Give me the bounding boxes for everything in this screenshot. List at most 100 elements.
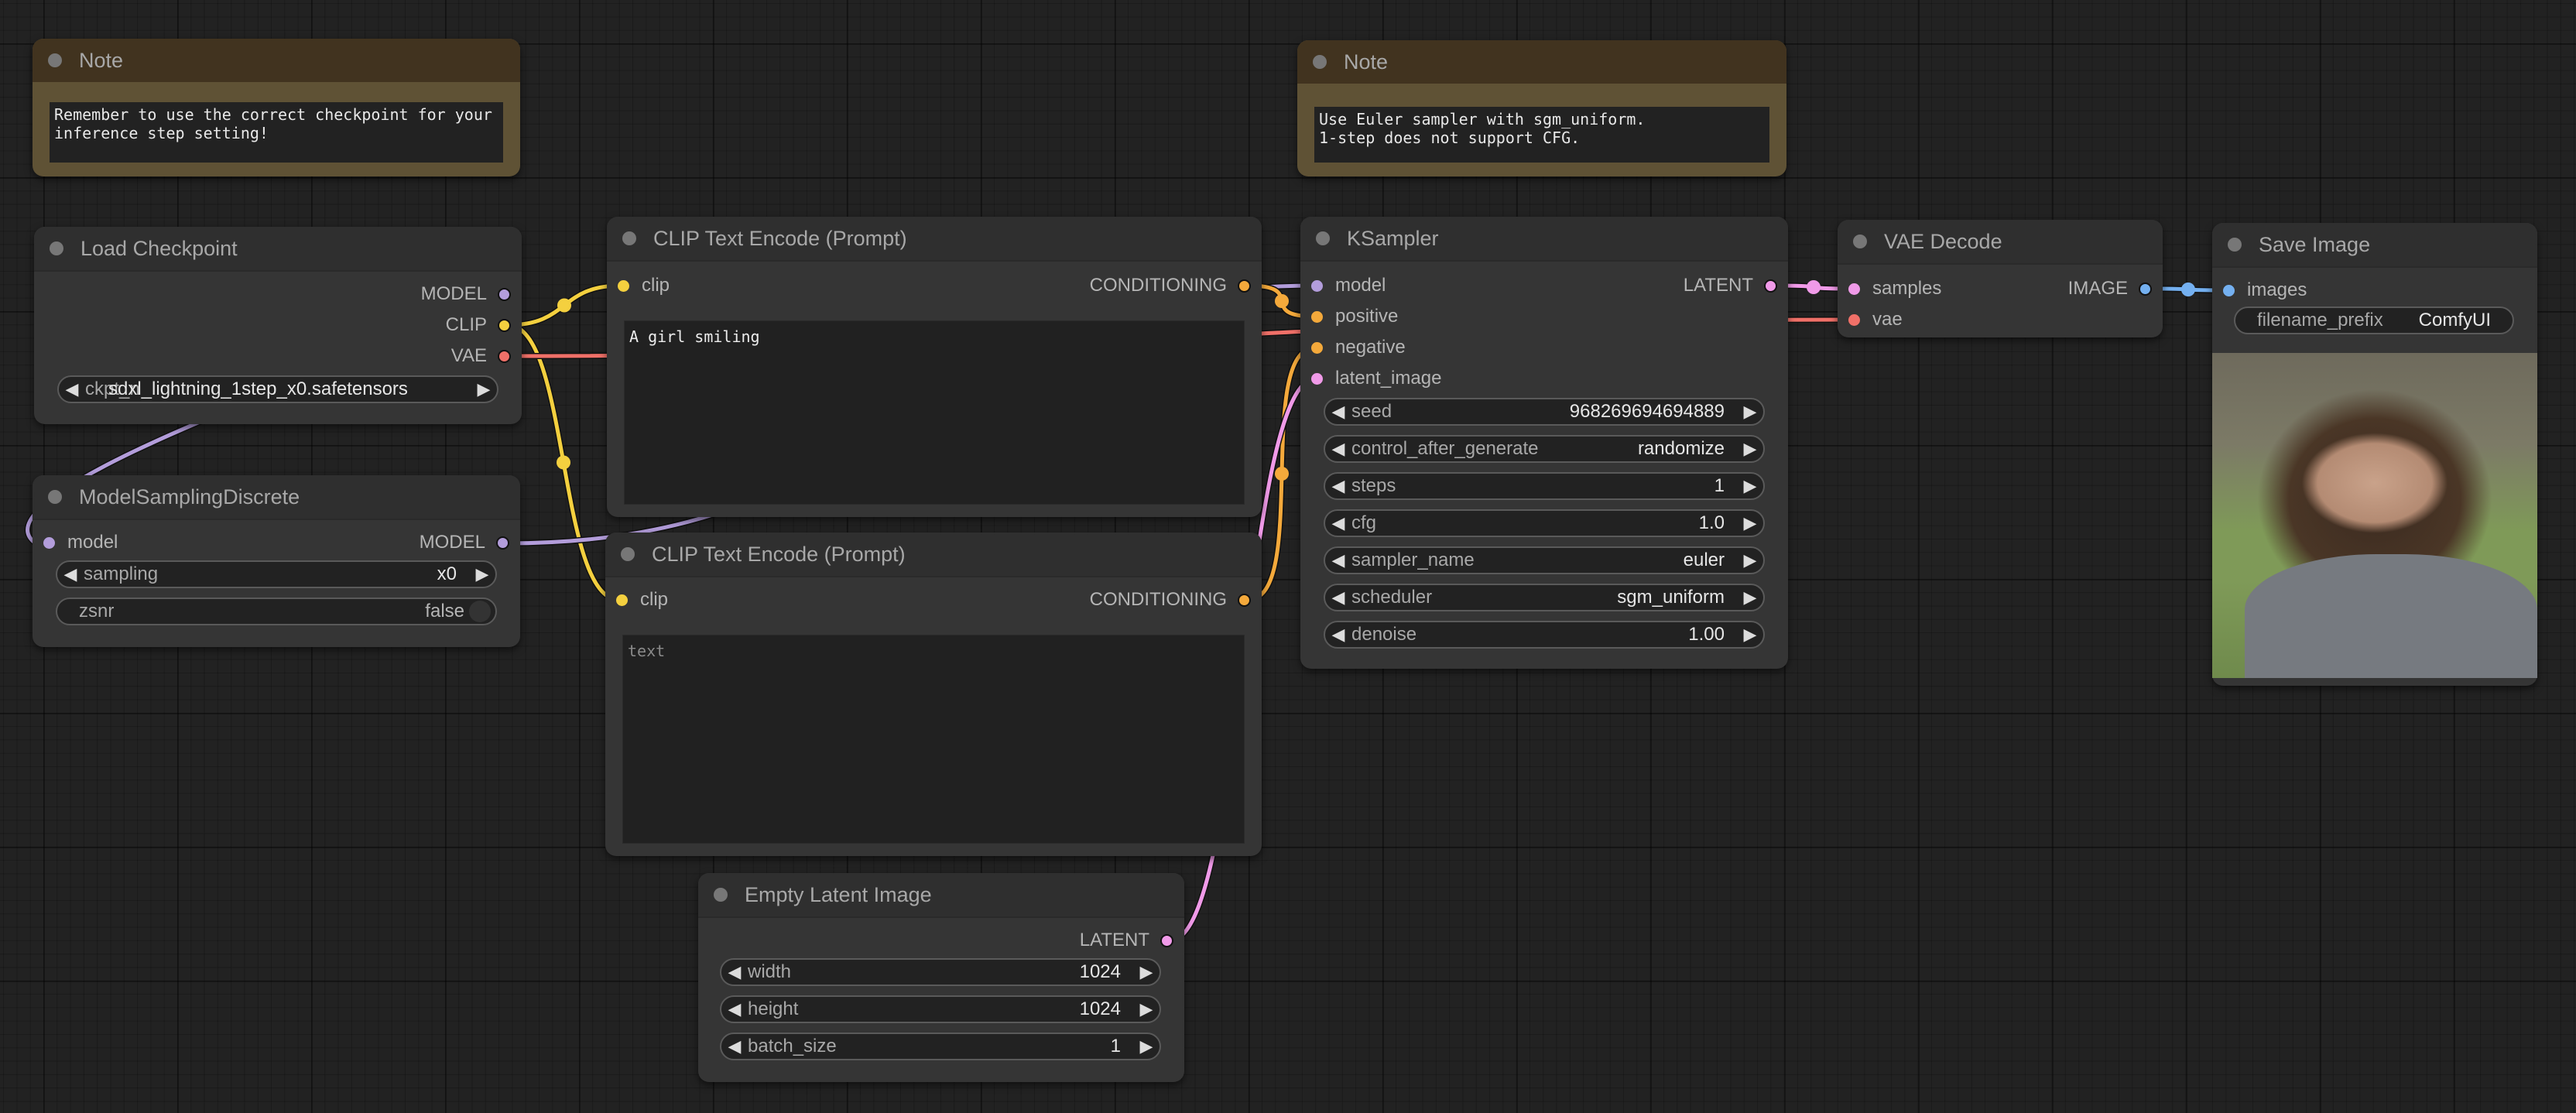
sampler-name-combo[interactable]: ◀ sampler_name euler ▶: [1324, 546, 1765, 574]
model-input-dot[interactable]: [43, 536, 55, 549]
right-arrow-icon[interactable]: ▶: [471, 379, 497, 399]
right-arrow-icon[interactable]: ▶: [1133, 1036, 1160, 1056]
model-sampling-discrete-node[interactable]: ModelSamplingDiscrete model MODEL ◀ samp…: [33, 475, 520, 647]
conditioning-output-dot[interactable]: [1238, 593, 1251, 607]
left-arrow-icon[interactable]: ◀: [59, 379, 85, 399]
model-output-dot[interactable]: [496, 536, 509, 550]
vae-decode-node[interactable]: VAE Decode samples vae IMAGE: [1838, 220, 2163, 337]
output-slot-model[interactable]: MODEL: [421, 283, 511, 306]
control-after-generate-combo[interactable]: ◀ control_after_generate randomize ▶: [1324, 435, 1765, 463]
output-slot-conditioning[interactable]: CONDITIONING: [1090, 274, 1251, 297]
ksampler-node[interactable]: KSampler model positive negative latent_…: [1300, 217, 1788, 669]
collapse-dot-icon[interactable]: [622, 231, 636, 245]
samples-input-dot[interactable]: [1848, 283, 1860, 295]
prompt-textarea[interactable]: A girl smiling: [624, 320, 1245, 505]
conditioning-output-dot[interactable]: [1238, 279, 1251, 293]
input-slot-model[interactable]: model: [43, 531, 118, 554]
collapse-dot-icon[interactable]: [48, 490, 62, 504]
left-arrow-icon[interactable]: ◀: [1325, 550, 1351, 570]
node-title-bar[interactable]: Empty Latent Image: [698, 873, 1184, 918]
width-number[interactable]: ◀ width 1024 ▶: [720, 958, 1161, 986]
input-slot-negative[interactable]: negative: [1311, 336, 1406, 359]
vae-output-dot[interactable]: [498, 349, 511, 363]
node-title-bar[interactable]: ModelSamplingDiscrete: [33, 475, 520, 520]
note-node-checkpoint[interactable]: Note Remember to use the correct checkpo…: [33, 39, 520, 176]
zsnr-toggle[interactable]: zsnr false: [56, 598, 497, 625]
left-arrow-icon[interactable]: ◀: [721, 999, 748, 1019]
link-midpoint-marker[interactable]: [1275, 294, 1289, 308]
right-arrow-icon[interactable]: ▶: [1737, 513, 1763, 533]
node-title-bar[interactable]: CLIP Text Encode (Prompt): [607, 217, 1262, 262]
input-slot-latent-image[interactable]: latent_image: [1311, 367, 1441, 390]
collapse-dot-icon[interactable]: [50, 241, 63, 255]
ckpt-name-combo[interactable]: ◀ ckpt_name sdxl_lightning_1step_x0.safe…: [57, 375, 498, 403]
note-text[interactable]: Use Euler sampler with sgm_uniform. 1-st…: [1314, 107, 1769, 163]
node-title-bar[interactable]: Load Checkpoint: [34, 227, 522, 272]
filename-prefix-field[interactable]: filename_prefix ComfyUI: [2234, 307, 2514, 334]
vae-input-dot[interactable]: [1848, 313, 1860, 326]
collapse-dot-icon[interactable]: [1853, 235, 1867, 248]
link-midpoint-marker[interactable]: [2181, 283, 2195, 296]
clip-text-encode-positive-node[interactable]: CLIP Text Encode (Prompt) clip CONDITION…: [607, 217, 1262, 517]
link-midpoint-marker[interactable]: [557, 455, 570, 470]
load-checkpoint-node[interactable]: Load Checkpoint MODEL CLIP VAE ◀ ckpt_na…: [34, 227, 522, 424]
left-arrow-icon[interactable]: ◀: [1325, 439, 1351, 459]
model-input-dot[interactable]: [1311, 279, 1323, 292]
input-slot-model[interactable]: model: [1311, 274, 1386, 297]
denoise-number[interactable]: ◀ denoise 1.00 ▶: [1324, 621, 1765, 649]
right-arrow-icon[interactable]: ▶: [1737, 625, 1763, 645]
right-arrow-icon[interactable]: ▶: [1133, 999, 1160, 1019]
collapse-dot-icon[interactable]: [1316, 231, 1330, 245]
left-arrow-icon[interactable]: ◀: [1325, 513, 1351, 533]
latent-output-dot[interactable]: [1764, 279, 1777, 293]
input-slot-positive[interactable]: positive: [1311, 305, 1398, 328]
input-slot-vae[interactable]: vae: [1848, 308, 1903, 331]
input-slot-clip[interactable]: clip: [616, 588, 668, 611]
node-title-bar[interactable]: KSampler: [1300, 217, 1788, 262]
steps-number[interactable]: ◀ steps 1 ▶: [1324, 472, 1765, 500]
link-clip-to-positive[interactable]: [507, 283, 622, 327]
right-arrow-icon[interactable]: ▶: [1737, 476, 1763, 496]
collapse-dot-icon[interactable]: [714, 888, 728, 902]
node-title-bar[interactable]: Note: [33, 39, 520, 82]
input-slot-clip[interactable]: clip: [618, 274, 670, 297]
output-slot-latent[interactable]: LATENT: [1684, 274, 1777, 297]
output-slot-clip[interactable]: CLIP: [446, 313, 511, 337]
left-arrow-icon[interactable]: ◀: [1325, 625, 1351, 645]
clip-output-dot[interactable]: [498, 318, 511, 332]
note-text[interactable]: Remember to use the correct checkpoint f…: [50, 102, 503, 163]
clip-input-dot[interactable]: [616, 594, 628, 606]
scheduler-combo[interactable]: ◀ scheduler sgm_uniform ▶: [1324, 584, 1765, 611]
collapse-dot-icon[interactable]: [48, 53, 62, 67]
output-slot-image[interactable]: IMAGE: [2068, 277, 2152, 300]
image-preview[interactable]: [2212, 353, 2537, 678]
right-arrow-icon[interactable]: ▶: [1737, 587, 1763, 608]
collapse-dot-icon[interactable]: [2228, 238, 2242, 252]
node-title-bar[interactable]: Note: [1297, 40, 1786, 84]
images-input-dot[interactable]: [2223, 284, 2235, 296]
empty-latent-image-node[interactable]: Empty Latent Image LATENT ◀ width 1024 ▶…: [698, 873, 1184, 1082]
right-arrow-icon[interactable]: ▶: [1737, 550, 1763, 570]
output-slot-latent[interactable]: LATENT: [1080, 929, 1173, 952]
link-midpoint-marker[interactable]: [557, 298, 571, 313]
right-arrow-icon[interactable]: ▶: [469, 564, 495, 584]
note-node-sampler[interactable]: Note Use Euler sampler with sgm_uniform.…: [1297, 40, 1786, 176]
positive-input-dot[interactable]: [1311, 310, 1323, 323]
negative-input-dot[interactable]: [1311, 341, 1323, 354]
cfg-number[interactable]: ◀ cfg 1.0 ▶: [1324, 509, 1765, 537]
left-arrow-icon[interactable]: ◀: [1325, 476, 1351, 496]
latent-output-dot[interactable]: [1160, 933, 1173, 947]
right-arrow-icon[interactable]: ▶: [1133, 962, 1160, 982]
link-midpoint-marker[interactable]: [1275, 467, 1289, 481]
save-image-node[interactable]: Save Image images filename_prefix ComfyU…: [2212, 223, 2537, 686]
node-title-bar[interactable]: CLIP Text Encode (Prompt): [605, 533, 1262, 577]
link-midpoint-marker[interactable]: [1807, 280, 1821, 294]
toggle-knob-icon[interactable]: [469, 601, 491, 622]
left-arrow-icon[interactable]: ◀: [1325, 402, 1351, 422]
input-slot-images[interactable]: images: [2223, 279, 2307, 302]
output-slot-conditioning[interactable]: CONDITIONING: [1090, 588, 1251, 611]
collapse-dot-icon[interactable]: [621, 547, 635, 561]
output-slot-model[interactable]: MODEL: [420, 531, 509, 554]
left-arrow-icon[interactable]: ◀: [57, 564, 84, 584]
image-output-dot[interactable]: [2139, 282, 2152, 296]
